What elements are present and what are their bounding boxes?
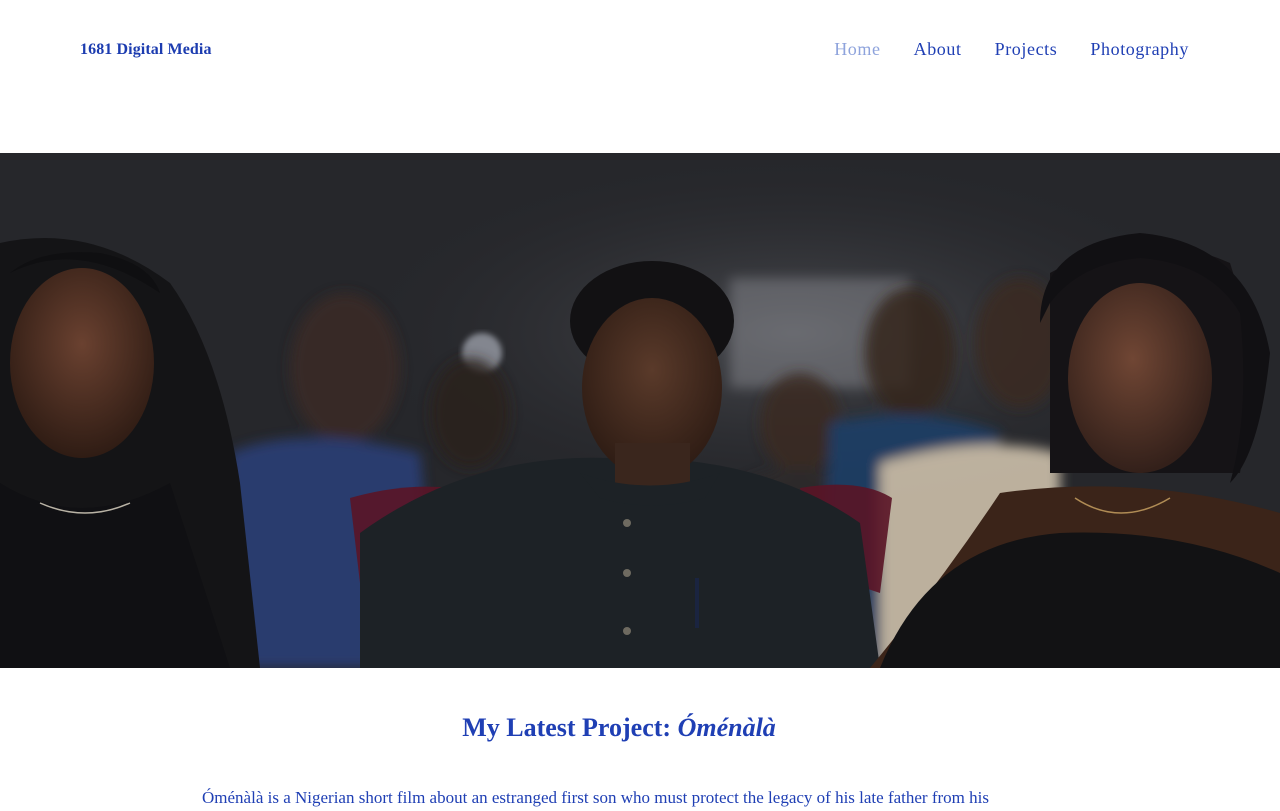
site-header: 1681 Digital Media Home About Projects P… — [0, 0, 1280, 153]
main-nav: Home About Projects Photography — [801, 39, 1189, 60]
hero-audience-illustration — [0, 153, 1280, 668]
project-title: My Latest Project: Óménàlà — [0, 713, 1238, 743]
nav-photography-link[interactable]: Photography — [1090, 39, 1189, 60]
project-title-name: Óménàlà — [677, 713, 776, 742]
project-description: Óménàlà is a Nigerian short film about a… — [202, 788, 989, 807]
site-logo[interactable]: 1681 Digital Media — [80, 41, 212, 59]
nav-home-link[interactable]: Home — [834, 39, 880, 60]
hero-image — [0, 153, 1280, 668]
nav-about-link[interactable]: About — [914, 39, 962, 60]
nav-projects-link[interactable]: Projects — [995, 39, 1058, 60]
project-title-prefix: My Latest Project: — [462, 713, 678, 742]
